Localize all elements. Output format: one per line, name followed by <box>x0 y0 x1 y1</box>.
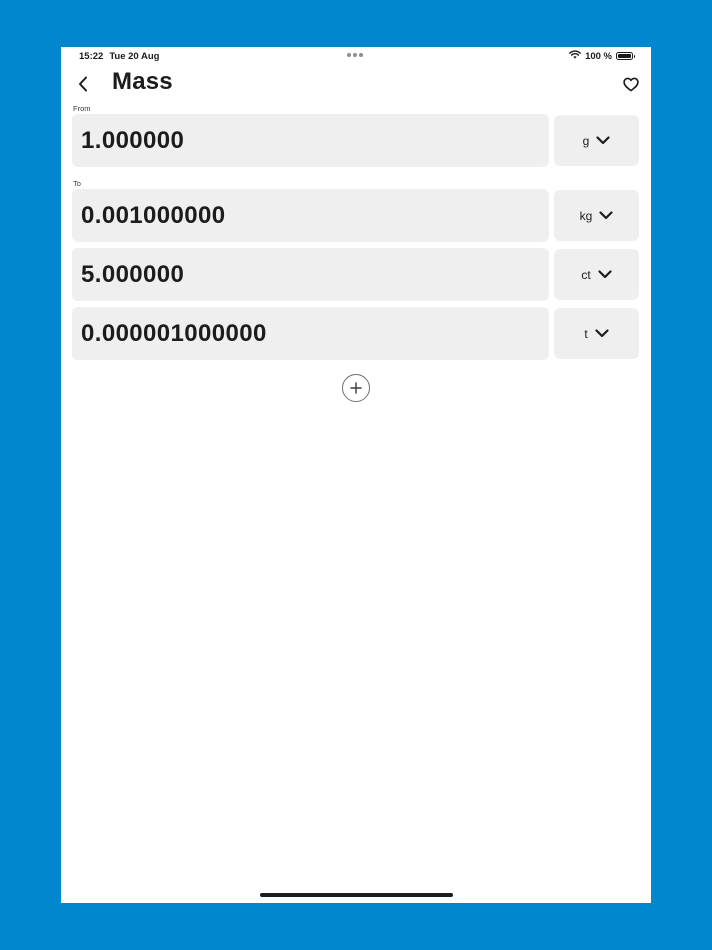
chevron-down-icon <box>599 211 613 220</box>
unit-label: t <box>584 326 588 341</box>
to-label: To <box>73 179 81 188</box>
from-value-input[interactable]: 1.000000 <box>72 114 549 167</box>
back-button[interactable] <box>71 71 95 97</box>
to-value-field[interactable]: 0.000001000000 <box>72 307 549 360</box>
to-unit-select[interactable]: t <box>554 308 639 359</box>
battery-percent: 100 % <box>585 50 612 62</box>
app-window: 15:22 Tue 20 Aug 100 % Mass From 1.000000… <box>61 47 651 903</box>
battery-full-icon <box>616 52 635 60</box>
dot <box>359 53 363 57</box>
home-indicator[interactable] <box>260 893 453 897</box>
chevron-left-icon <box>79 76 87 92</box>
plus-icon <box>350 382 362 394</box>
chevron-down-icon <box>595 329 609 338</box>
chevron-down-icon <box>596 136 610 145</box>
heart-outline-icon <box>623 77 639 91</box>
unit-label: kg <box>579 208 593 223</box>
dot <box>347 53 351 57</box>
add-unit-button[interactable] <box>342 374 370 402</box>
dot <box>353 53 357 57</box>
to-value-field[interactable]: 0.001000000 <box>72 189 549 242</box>
status-date: Tue 20 Aug <box>109 51 160 62</box>
page-title: Mass <box>112 68 173 95</box>
wifi-icon <box>569 50 581 62</box>
chevron-down-icon <box>598 270 612 279</box>
to-unit-select[interactable]: ct <box>554 249 639 300</box>
to-unit-select[interactable]: kg <box>554 190 639 241</box>
status-indicators: 100 % <box>569 50 635 62</box>
unit-label: g <box>582 133 590 148</box>
to-value-field[interactable]: 5.000000 <box>72 248 549 301</box>
favorite-button[interactable] <box>619 73 643 95</box>
status-time: 15:22 Tue 20 Aug <box>79 51 159 62</box>
from-unit-select[interactable]: g <box>554 115 639 166</box>
from-label: From <box>73 104 91 113</box>
unit-label: ct <box>581 267 591 282</box>
multitasking-dots[interactable] <box>347 53 363 57</box>
status-clock: 15:22 <box>79 51 104 62</box>
